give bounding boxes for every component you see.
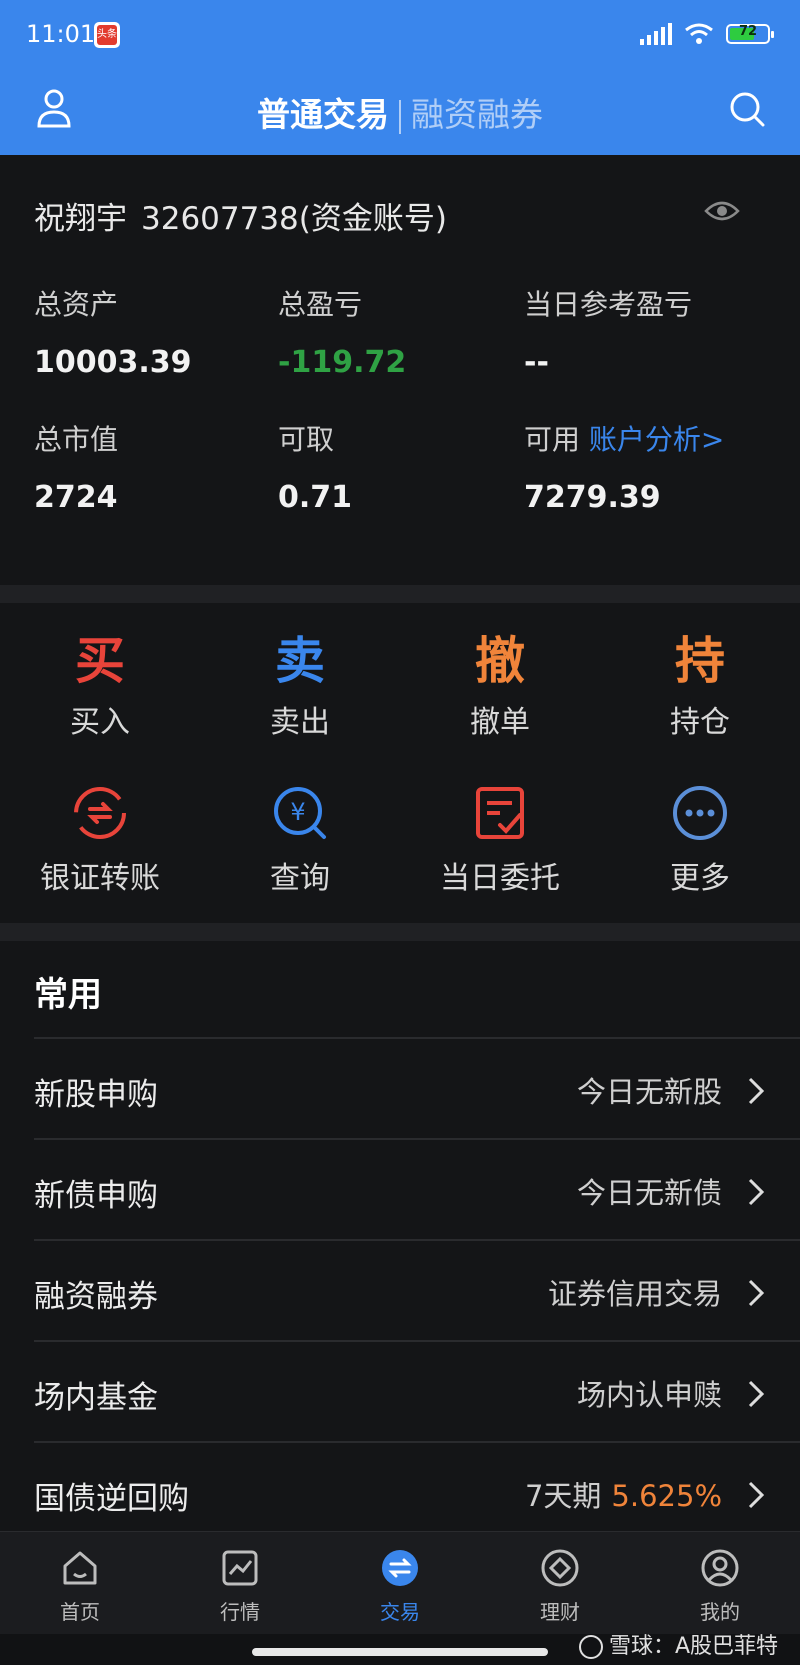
app-notification-icon: 头条 xyxy=(94,22,120,48)
tab-trade[interactable]: 交易 xyxy=(350,1548,450,1625)
list-item-margin[interactable]: 融资融券 证券信用交易 xyxy=(34,1239,800,1341)
tab-market[interactable]: 行情 xyxy=(190,1548,290,1625)
order-icon xyxy=(476,787,524,839)
profile-icon xyxy=(701,1549,739,1587)
chevron-right-icon xyxy=(748,1178,765,1206)
quick-actions: 买 买入 卖 卖出 撤 撤单 持 持仓 银证转账 ¥ 查询 当日委托 更多 xyxy=(0,603,800,923)
section-title: 常用 xyxy=(34,975,102,1015)
section-divider xyxy=(0,585,800,603)
repo-rate: 5.625% xyxy=(611,1479,722,1513)
svg-text:¥: ¥ xyxy=(290,798,305,826)
list-item-ipo[interactable]: 新股申购 今日无新股 xyxy=(34,1037,800,1139)
bottom-tabbar: 首页 行情 交易 理财 我的 xyxy=(0,1531,800,1634)
stat-market-value: 总市值 2724 xyxy=(34,423,119,515)
account-number: 32607738(资金账号) xyxy=(141,201,447,237)
tab-profile[interactable]: 我的 xyxy=(670,1548,770,1625)
chart-icon xyxy=(222,1550,258,1586)
header-tabs: 普通交易 融资融券 xyxy=(0,88,800,136)
signal-icon xyxy=(640,23,672,45)
stat-total-assets: 总资产 10003.39 xyxy=(34,288,192,380)
list-item-exchange-fund[interactable]: 场内基金 场内认申赎 xyxy=(34,1340,800,1442)
buy-button[interactable]: 买 买入 xyxy=(0,631,200,741)
tab-wealth[interactable]: 理财 xyxy=(510,1548,610,1625)
transfer-icon xyxy=(74,787,126,839)
top-header: 11:01 头条 72 普通交易 融资融券 xyxy=(0,0,800,155)
trade-icon xyxy=(382,1550,418,1586)
account-summary: 祝翔宇 32607738(资金账号) 总资产 10003.39 总盈亏 -119.… xyxy=(0,155,800,585)
list-item-reverse-repo[interactable]: 国债逆回购 7天期 5.625% xyxy=(34,1441,800,1543)
list-item-bond-subscribe[interactable]: 新债申购 今日无新债 xyxy=(34,1138,800,1240)
cancel-order-button[interactable]: 撤 撤单 xyxy=(400,631,600,741)
stat-total-pnl: 总盈亏 -119.72 xyxy=(278,288,407,380)
stat-daily-pnl: 当日参考盈亏 -- xyxy=(524,288,693,380)
account-analysis-link[interactable]: 账户分析> xyxy=(589,423,724,456)
wifi-icon xyxy=(685,23,713,44)
search-icon[interactable] xyxy=(728,90,766,128)
tab-margin-trade[interactable]: 融资融券 xyxy=(411,95,543,134)
chevron-right-icon xyxy=(748,1380,765,1408)
battery-icon: 72 xyxy=(726,24,774,44)
stat-available: 可用 账户分析> 7279.39 xyxy=(524,423,725,515)
more-button[interactable]: 更多 xyxy=(600,783,800,897)
status-time: 11:01 xyxy=(26,20,96,48)
status-icons: 72 xyxy=(640,22,774,46)
snowball-logo-icon xyxy=(578,1635,603,1659)
bank-transfer-button[interactable]: 银证转账 xyxy=(0,783,200,897)
watermark: 雪球：A股巴菲特 xyxy=(578,1628,778,1660)
tab-normal-trade[interactable]: 普通交易 xyxy=(257,95,389,134)
positions-button[interactable]: 持 持仓 xyxy=(600,631,800,741)
section-divider xyxy=(0,923,800,941)
account-name: 祝翔宇 xyxy=(34,201,127,237)
wealth-icon xyxy=(541,1549,579,1587)
account-header: 祝翔宇 32607738(资金账号) xyxy=(34,193,447,238)
query-icon: ¥ xyxy=(274,787,326,839)
home-indicator[interactable] xyxy=(252,1648,548,1656)
chevron-right-icon xyxy=(748,1077,765,1105)
eye-icon[interactable] xyxy=(704,197,740,225)
chevron-right-icon xyxy=(748,1279,765,1307)
tab-home[interactable]: 首页 xyxy=(30,1548,130,1625)
stat-withdrawable: 可取 0.71 xyxy=(278,423,353,515)
query-button[interactable]: ¥ 查询 xyxy=(200,783,400,897)
chevron-right-icon xyxy=(748,1481,765,1509)
sell-button[interactable]: 卖 卖出 xyxy=(200,631,400,741)
more-icon xyxy=(673,786,727,840)
home-icon xyxy=(63,1551,97,1585)
today-orders-button[interactable]: 当日委托 xyxy=(400,783,600,897)
common-section: 常用 新股申购 今日无新股 新债申购 今日无新债 融资融券 证券信用交易 场内基… xyxy=(0,941,800,1531)
